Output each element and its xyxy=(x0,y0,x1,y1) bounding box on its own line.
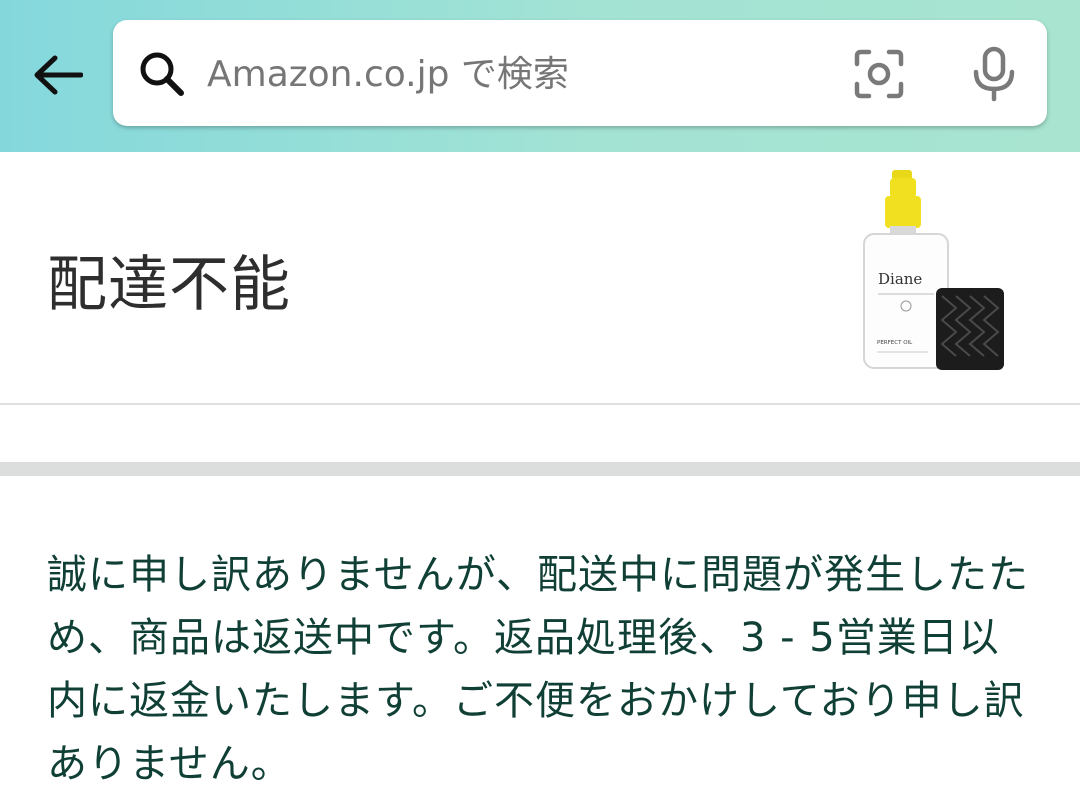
product-image[interactable]: Diane PERFECT OIL xyxy=(850,166,1015,376)
back-button[interactable] xyxy=(26,44,88,106)
product-label-text: PERFECT OIL xyxy=(877,340,913,346)
microphone-icon[interactable] xyxy=(968,46,1020,102)
search-icon xyxy=(140,52,184,96)
delivery-status-section: 配達不能 Diane PERFECT OIL xyxy=(0,152,1080,404)
section-separator xyxy=(0,462,1080,476)
camera-scan-icon[interactable] xyxy=(853,48,905,100)
top-bar xyxy=(0,0,1080,152)
arrow-left-icon xyxy=(34,55,83,95)
search-bar[interactable] xyxy=(113,20,1047,126)
divider xyxy=(0,403,1080,405)
search-input[interactable] xyxy=(205,38,829,110)
status-title: 配達不能 xyxy=(47,250,291,320)
product-brand-text: Diane xyxy=(878,270,922,288)
return-refund-message: 誠に申し訳ありませんが、配送中に問題が発生したため、商品は返送中です。返品処理後… xyxy=(47,552,1029,787)
